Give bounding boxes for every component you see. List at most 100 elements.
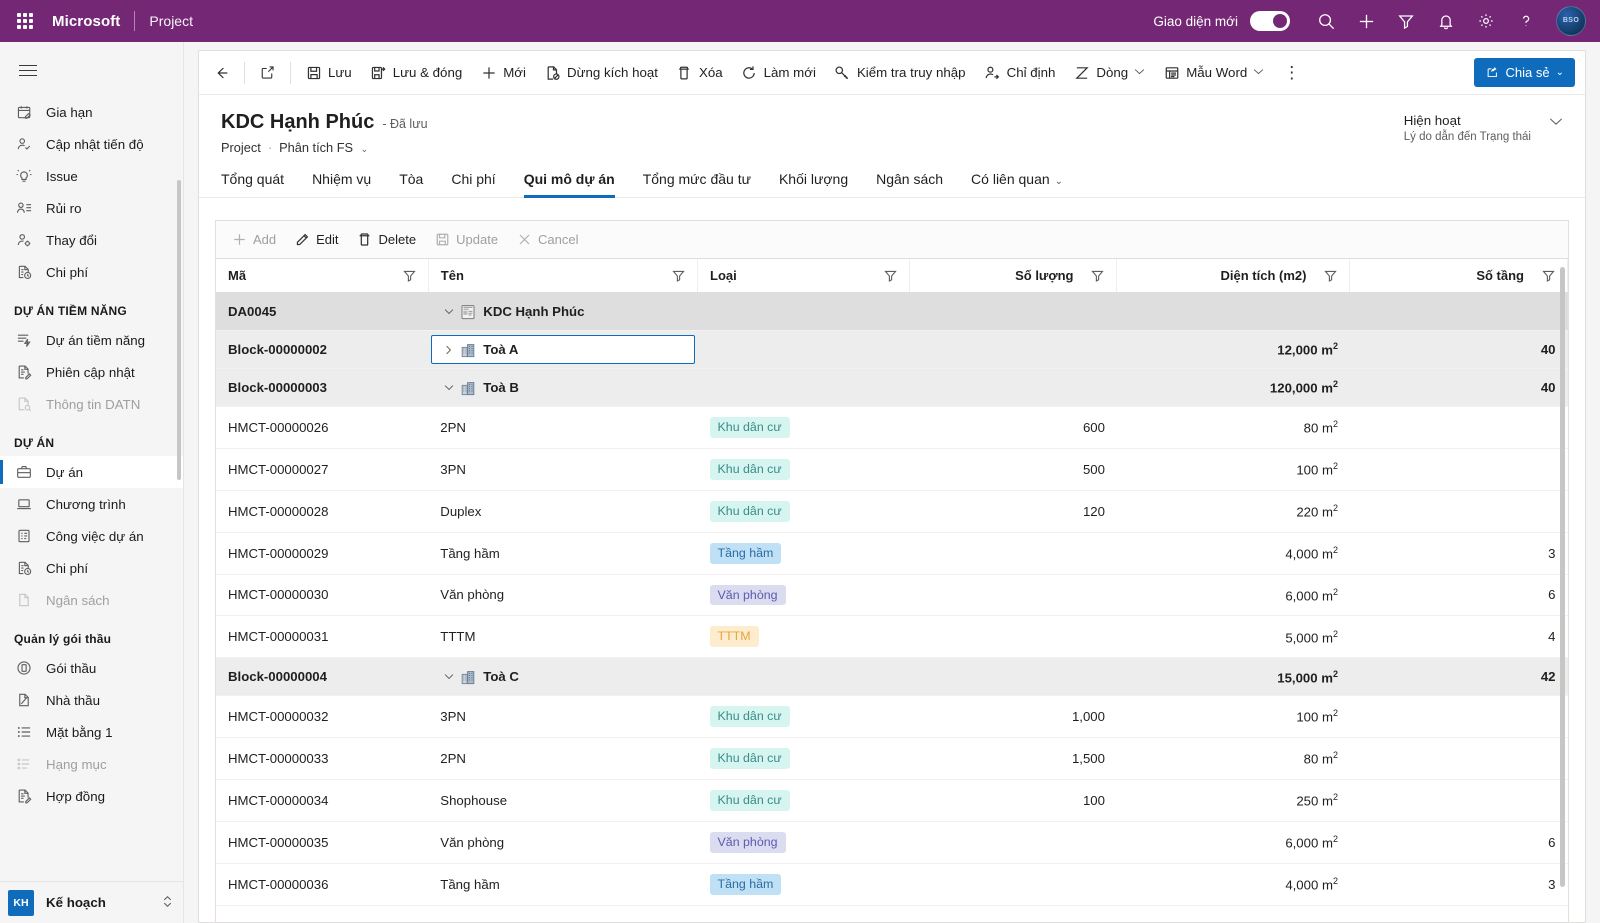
cell-code[interactable]: HMCT-00000032: [216, 695, 429, 739]
table-row[interactable]: Block-00000004 Toà C 15,000 m2 42: [216, 657, 1568, 697]
command-d-ng-k-ch-ho-t[interactable]: Dừng kích hoạt: [535, 57, 667, 89]
cell-name[interactable]: Toà B: [428, 368, 698, 407]
cell-type[interactable]: Khu dân cư: [697, 490, 910, 533]
cell-type[interactable]: Tầng hầm: [697, 863, 910, 906]
cell-name[interactable]: Tầng hầm: [428, 863, 698, 906]
column-header-lo-i[interactable]: Loại: [697, 259, 911, 293]
cell-code[interactable]: HMCT-00000036: [216, 863, 429, 906]
cell-code[interactable]: HMCT-00000031: [216, 615, 429, 659]
cell-name[interactable]: Toà A: [428, 330, 698, 369]
back-arrow-icon[interactable]: [205, 57, 239, 89]
cell-quantity[interactable]: [909, 532, 1117, 575]
cell-area[interactable]: 120,000 m2: [1116, 368, 1350, 407]
sidebar-item-chương-trình[interactable]: Chương trình: [0, 488, 183, 520]
sidebar-item-dự-án-tiềm-năng[interactable]: Dự án tiềm năng: [0, 324, 183, 356]
table-row[interactable]: HMCT-00000029 Tầng hầm Tầng hầm 4,000 m2 3: [216, 532, 1568, 575]
column-header-m[interactable]: Mã: [216, 259, 429, 293]
cell-floors[interactable]: 3: [1349, 863, 1568, 906]
cell-type[interactable]: Khu dân cư: [697, 695, 910, 739]
sidebar-area-switcher[interactable]: KH Kế hoạch: [0, 881, 183, 923]
cell-area[interactable]: 4,000 m2: [1116, 532, 1350, 575]
filter-icon[interactable]: [1388, 3, 1424, 39]
cell-type[interactable]: Khu dân cư: [697, 406, 910, 449]
cell-type[interactable]: Khu dân cư: [697, 737, 910, 780]
command-ch-nh[interactable]: Chỉ định: [975, 57, 1065, 89]
sitemap-toggle-icon[interactable]: [8, 50, 48, 90]
tab-khối-lượng[interactable]: Khối lượng: [779, 167, 848, 197]
sidebar-item-mặt-bằng-1[interactable]: Mặt bằng 1: [0, 716, 183, 748]
cell-type[interactable]: Văn phòng: [697, 821, 910, 864]
cell-floors[interactable]: 40: [1349, 330, 1568, 369]
cell-area[interactable]: 250 m2: [1116, 779, 1350, 822]
tab-tổng-mức-đầu-tư[interactable]: Tổng mức đầu tư: [643, 167, 751, 197]
cell-floors[interactable]: [1349, 737, 1568, 780]
cell-code[interactable]: HMCT-00000035: [216, 821, 429, 864]
cell-floors[interactable]: 4: [1349, 615, 1568, 659]
cell-name[interactable]: Duplex: [428, 490, 698, 533]
sidebar-item-gia-hạn[interactable]: Gia hạn: [0, 96, 183, 128]
cell-area[interactable]: 6,000 m2: [1116, 574, 1350, 617]
cell-code[interactable]: HMCT-00000029: [216, 532, 429, 575]
cell-area[interactable]: 12,000 m2: [1116, 330, 1350, 369]
cell-quantity[interactable]: [909, 292, 1117, 331]
cell-area[interactable]: 80 m2: [1116, 737, 1350, 780]
cell-name[interactable]: Toà C: [428, 657, 698, 697]
cell-floors[interactable]: 3: [1349, 532, 1568, 575]
sidebar-item-dự-án[interactable]: Dự án: [0, 456, 183, 488]
cell-name[interactable]: Tầng hầm: [428, 532, 698, 575]
cell-type[interactable]: Khu dân cư: [697, 448, 910, 491]
chevron-down-icon[interactable]: [440, 384, 457, 391]
cell-code[interactable]: HMCT-00000027: [216, 448, 429, 491]
cell-type[interactable]: Văn phòng: [697, 574, 910, 617]
cell-code[interactable]: HMCT-00000034: [216, 779, 429, 822]
column-header-s-t-ng[interactable]: Số tầng: [1349, 259, 1568, 293]
cell-area[interactable]: 4,000 m2: [1116, 863, 1350, 906]
tab-ngân-sách[interactable]: Ngân sách: [876, 167, 943, 197]
cell-code[interactable]: HMCT-00000030: [216, 574, 429, 617]
sidebar-item-chi-phí[interactable]: Chi phí: [0, 552, 183, 584]
new-ui-toggle[interactable]: [1250, 11, 1290, 31]
column-filter-icon[interactable]: [1532, 269, 1555, 282]
column-filter-icon[interactable]: [393, 269, 416, 282]
sidebar-item-hạng-mục[interactable]: Hạng mục: [0, 748, 183, 780]
chevron-updown-icon[interactable]: [162, 894, 173, 912]
grid-edit-button[interactable]: Edit: [285, 226, 347, 254]
cell-name[interactable]: KDC Hạnh Phúc: [428, 292, 698, 331]
cell-quantity[interactable]: [909, 615, 1117, 659]
cell-name[interactable]: 2PN: [428, 406, 698, 449]
cell-name[interactable]: TTTM: [428, 615, 698, 659]
sidebar-scrollbar[interactable]: [177, 180, 181, 480]
column-header-s-l-ng[interactable]: Số lượng: [909, 259, 1118, 293]
cell-floors[interactable]: [1349, 292, 1568, 331]
table-row[interactable]: HMCT-00000030 Văn phòng Văn phòng 6,000 m2 6: [216, 574, 1568, 617]
table-row[interactable]: DA0045 KDC Hạnh Phúc: [216, 292, 1568, 331]
cell-name[interactable]: Văn phòng: [428, 574, 698, 617]
chevron-down-icon[interactable]: [1253, 67, 1264, 78]
sidebar-item-hợp-đồng[interactable]: Hợp đồng: [0, 780, 183, 812]
column-filter-icon[interactable]: [1314, 269, 1338, 282]
cell-code[interactable]: HMCT-00000026: [216, 406, 429, 449]
cell-type[interactable]: [697, 330, 910, 369]
cell-code[interactable]: Block-00000004: [216, 657, 429, 697]
cell-area[interactable]: 15,000 m2: [1116, 657, 1350, 697]
sidebar-item-công-việc-dự-án[interactable]: Công việc dự án: [0, 520, 183, 552]
cell-type[interactable]: [697, 292, 910, 331]
cell-quantity[interactable]: 1,500: [909, 737, 1117, 780]
sidebar-item-phiên-cập-nhật[interactable]: Phiên cập nhật: [0, 356, 183, 388]
search-icon[interactable]: [1308, 3, 1344, 39]
app-launcher-waffle-icon[interactable]: [8, 4, 42, 38]
cell-quantity[interactable]: 600: [909, 406, 1117, 449]
gear-icon[interactable]: [1468, 3, 1504, 39]
cell-quantity[interactable]: [909, 368, 1117, 407]
table-row[interactable]: Block-00000002 Toà A 12,000 m2 40: [216, 330, 1568, 369]
cell-floors[interactable]: 6: [1349, 574, 1568, 617]
chevron-down-icon[interactable]: ⌄: [361, 144, 369, 154]
tab-nhiệm-vụ[interactable]: Nhiệm vụ: [312, 167, 371, 197]
cell-floors[interactable]: [1349, 490, 1568, 533]
tab-qui-mô-dự-án[interactable]: Qui mô dự án: [523, 167, 615, 198]
column-filter-icon[interactable]: [874, 269, 898, 282]
popout-icon[interactable]: [250, 57, 285, 89]
chevron-down-icon[interactable]: [440, 308, 457, 315]
chevron-down-icon[interactable]: [440, 673, 457, 680]
chevron-down-icon[interactable]: [1134, 67, 1145, 78]
